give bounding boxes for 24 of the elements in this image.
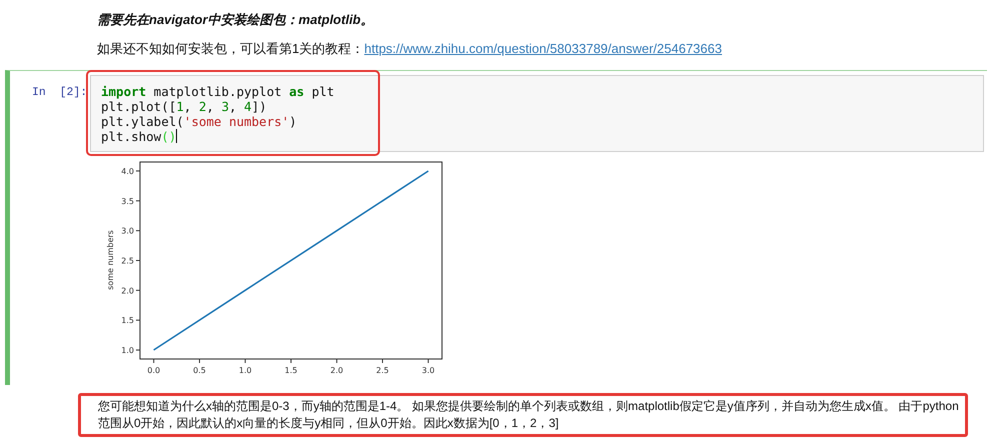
- x-tick-label: 2.0: [330, 366, 344, 375]
- y-tick-label: 2.0: [121, 286, 134, 296]
- tutorial-link[interactable]: https://www.zhihu.com/question/58033789/answer/254673663: [364, 41, 722, 56]
- y-tick-label: 2.5: [121, 256, 134, 266]
- intro-text: 如果还不知如何安装包，可以看第1关的教程：: [97, 41, 364, 56]
- x-tick-label: 1.0: [238, 366, 252, 375]
- x-tick-label: 3.0: [422, 366, 435, 375]
- x-tick-label: 0.5: [193, 366, 206, 375]
- y-axis-label: some numbers: [106, 230, 115, 290]
- x-tick-label: 0.0: [147, 366, 160, 375]
- cell-prompt: In [2]:: [31, 85, 88, 101]
- y-tick-label: 4.0: [121, 166, 134, 176]
- y-tick-label: 1.0: [121, 346, 134, 356]
- code-line: plt.plot([1, 2, 3, 4]): [101, 99, 268, 114]
- x-tick-label: 1.5: [284, 366, 298, 375]
- explanation-paragraph: 您可能想知道为什么x轴的范围是0-3，而y轴的范围是1-4。 如果您提供要绘制的单个列表或数组，则matplotlib假定它是y值序列，并自动为您生成x值。 由于python范围从0开始，因此默认的x向量的长度与y相同，但从0开始。因此x数据为[0，1，2，3]: [78, 393, 968, 437]
- y-tick-label: 3.0: [121, 226, 134, 236]
- code-line: plt.ylabel('some numbers'): [101, 114, 298, 129]
- code-line: import matplotlib.pyplot as plt: [101, 84, 336, 99]
- y-tick-label: 1.5: [121, 316, 134, 326]
- y-tick-label: 3.5: [121, 196, 134, 206]
- x-tick-label: 2.5: [376, 366, 389, 375]
- heading-text: 需要先在navigator中安装绘图包：matplotlib。: [97, 11, 375, 29]
- code-line: plt.show(): [101, 129, 178, 144]
